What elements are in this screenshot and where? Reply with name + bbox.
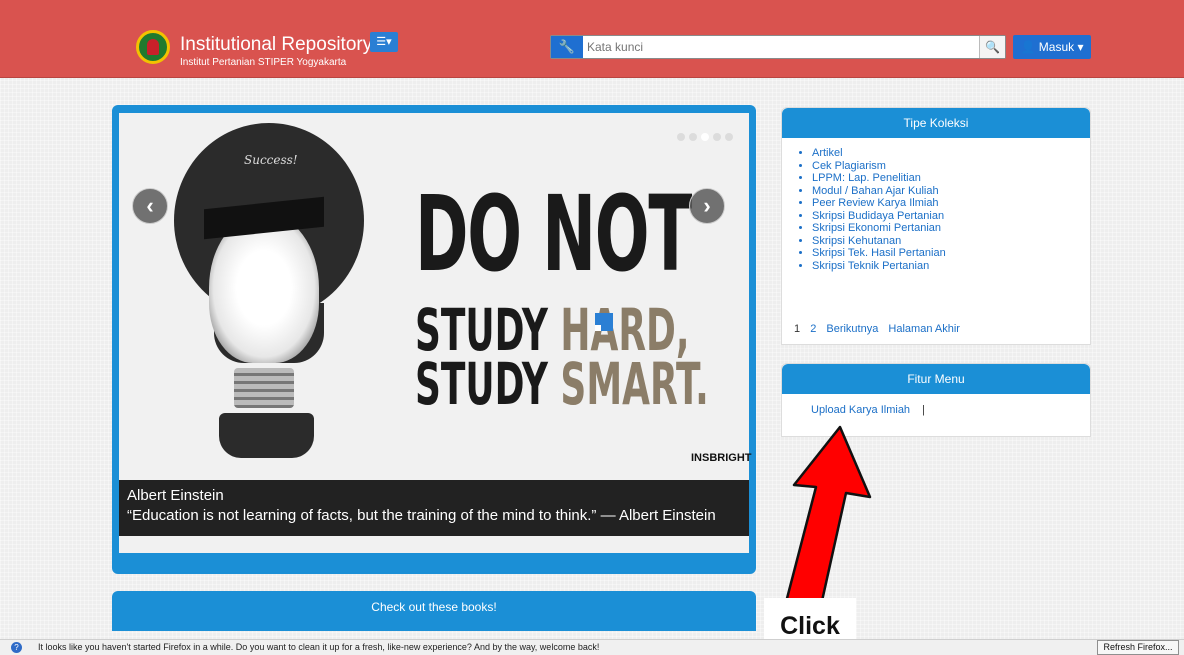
slider-next-button[interactable]: › [689,188,725,224]
chevron-left-icon: ‹ [146,193,154,218]
slogan-line-1: DO NOT [415,173,692,295]
slider-indicators [677,128,737,146]
last-page-link[interactable]: Halaman Akhir [888,323,960,335]
chevron-right-icon: › [703,193,711,218]
caption-title: Albert Einstein [127,487,224,504]
next-page-link[interactable]: Berikutnya [826,323,878,335]
site-subtitle: Institut Pertanian STIPER Yogyakarta [180,57,347,68]
advanced-search-button[interactable]: 🔧 [551,36,583,58]
list-item[interactable]: Artikel [812,147,1090,160]
fitur-menu-title: Fitur Menu [782,364,1090,394]
info-icon: ? [11,642,22,653]
list-item[interactable]: Modul / Bahan Ajar Kuliah [812,185,1090,198]
list-item[interactable]: Skripsi Budidaya Pertanian [812,210,1090,223]
slide-indicator[interactable] [725,133,733,141]
slide-indicator[interactable] [713,133,721,141]
books-card-title: Check out these books! [371,600,497,614]
login-label: Masuk [1038,40,1075,54]
list-item[interactable]: LPPM: Lap. Penelitian [812,172,1090,185]
caption-quote: “Education is not learning of facts, but… [127,507,716,524]
search-button[interactable]: 🔍 [979,36,1005,58]
slide-indicator[interactable] [689,133,697,141]
menu-separator: | [922,404,925,416]
cursor-square-marker [595,313,613,331]
slide-caption: Albert Einstein “Education is not learni… [119,480,749,536]
search-input[interactable] [587,38,977,56]
tipe-koleksi-panel: Tipe Koleksi Artikel Cek Plagiarism LPPM… [781,107,1091,345]
site-title[interactable]: Institutional Repository [180,34,372,56]
bulb-base-graphic [234,368,294,408]
institution-logo[interactable] [136,30,170,64]
slide-indicator[interactable] [677,133,685,141]
slogan-line-3-a: STUDY [415,350,561,418]
books-card: Check out these books! [112,591,756,631]
slogan-line-3: STUDY SMART. [415,350,709,418]
slider-prev-button[interactable]: ‹ [132,188,168,224]
list-item[interactable]: Skripsi Kehutanan [812,235,1090,248]
list-item[interactable]: Cek Plagiarism [812,160,1090,173]
chalk-success-text: Success! [244,153,298,167]
red-arrow-shape [782,425,872,610]
slide-indicator-active[interactable] [701,133,709,141]
page-2-link[interactable]: 2 [810,323,816,335]
caret-down-icon: ▾ [1077,40,1084,54]
list-item[interactable]: Skripsi Teknik Pertanian [812,260,1090,273]
bulb-gears-graphic [219,413,314,458]
slider-image[interactable]: Success! DO NOT STUDY HARD, STUDY SMART.… [119,113,752,553]
wrench-icon: 🔧 [558,39,576,54]
refresh-firefox-button[interactable]: Refresh Firefox... [1097,640,1179,655]
menu-toggle-button[interactable]: ☰▾ [370,32,398,52]
search-icon: 🔍 [985,40,1000,54]
user-icon: 👤 [1020,40,1036,54]
site-header: Institutional Repository Institut Pertan… [0,0,1184,78]
login-button[interactable]: 👤 Masuk ▾ [1013,35,1091,59]
page-current: 1 [794,323,801,335]
image-brandmark: INSBRIGHT [691,452,752,464]
list-item[interactable]: Skripsi Ekonomi Pertanian [812,222,1090,235]
search-bar: 🔧 🔍 [550,35,1006,59]
slogan-line-3-b: SMART. [560,350,709,418]
notification-text: It looks like you haven't started Firefo… [38,642,600,652]
list-item[interactable]: Peer Review Karya Ilmiah [812,197,1090,210]
list-item[interactable]: Skripsi Tek. Hasil Pertanian [812,247,1090,260]
firefox-notification-bar: ? It looks like you haven't started Fire… [0,639,1184,655]
collection-type-list: Artikel Cek Plagiarism LPPM: Lap. Peneli… [782,138,1090,272]
annotation-arrow [782,425,872,610]
featured-slider-card: Success! DO NOT STUDY HARD, STUDY SMART.… [112,105,756,574]
pagination: 1 2 Berikutnya Halaman Akhir [794,323,967,335]
tipe-koleksi-title: Tipe Koleksi [782,108,1090,138]
list-icon: ☰▾ [376,36,392,48]
